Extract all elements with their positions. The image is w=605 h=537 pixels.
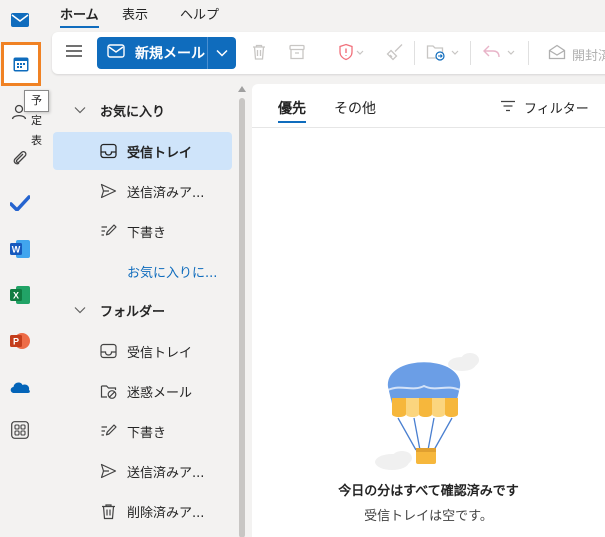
filter-label: フィルター: [524, 102, 589, 117]
archive-icon: [288, 43, 306, 65]
onedrive-app-button[interactable]: [4, 371, 36, 403]
folder-move-icon: [426, 43, 460, 65]
folder-junk[interactable]: 迷惑メール: [53, 372, 232, 410]
folder-pane-scrollbar[interactable]: [238, 86, 246, 537]
ribbon-separator: [414, 41, 415, 65]
move-to-button[interactable]: [426, 43, 460, 65]
new-mail-dropdown-button[interactable]: [207, 37, 236, 69]
archive-button[interactable]: [288, 43, 306, 65]
todo-app-button[interactable]: [4, 187, 36, 219]
envelope-icon: [107, 44, 125, 62]
favorites-header[interactable]: お気に入り: [74, 100, 165, 120]
scroll-thumb[interactable]: [239, 98, 245, 537]
favorite-inbox[interactable]: 受信トレイ: [53, 132, 232, 170]
favorite-drafts[interactable]: 下書き: [53, 212, 232, 250]
tab-home[interactable]: ホーム: [60, 4, 99, 28]
draft-icon: [100, 423, 117, 443]
folder-label: 受信トレイ: [127, 145, 193, 161]
folder-inbox[interactable]: 受信トレイ: [53, 332, 232, 370]
powerpoint-app-button[interactable]: P: [4, 325, 36, 357]
paperclip-icon: [12, 149, 28, 167]
report-button[interactable]: [338, 43, 364, 65]
new-mail-button[interactable]: 新規メール: [97, 37, 207, 69]
word-app-button[interactable]: W: [4, 233, 36, 265]
message-list-header: 優先 その他 フィルター: [252, 84, 605, 128]
folder-label: 下書き: [127, 225, 167, 241]
sweep-button[interactable]: [386, 43, 404, 65]
tab-help[interactable]: ヘルプ: [180, 4, 219, 26]
app-rail: 予定表 W X P: [0, 0, 49, 537]
add-favorite-link[interactable]: お気に入りに...: [127, 262, 217, 281]
shield-icon: [338, 43, 364, 65]
powerpoint-icon: P: [10, 332, 30, 350]
folder-label: 下書き: [127, 425, 167, 441]
folder-label: 送信済みア...: [127, 185, 205, 201]
folder-label: 受信トレイ: [127, 345, 193, 361]
folder-sent[interactable]: 送信済みア...: [53, 452, 232, 490]
collapse-pane-button[interactable]: [65, 43, 83, 63]
todo-check-icon: [10, 195, 30, 211]
tab-view[interactable]: 表示: [122, 4, 148, 26]
svg-text:X: X: [13, 291, 19, 301]
mail-app-button[interactable]: [4, 4, 36, 36]
apps-grid-icon: [11, 421, 29, 439]
chevron-down-icon: [74, 303, 86, 318]
onedrive-icon: [9, 380, 31, 394]
hamburger-icon: [65, 45, 83, 63]
broom-icon: [386, 43, 404, 65]
inbox-icon: [100, 143, 117, 163]
reply-icon: [482, 43, 516, 65]
junk-icon: [100, 383, 117, 403]
calendar-tooltip: 予定表: [24, 90, 49, 147]
favorite-sent[interactable]: 送信済みア...: [53, 172, 232, 210]
new-mail-group: 新規メール: [97, 37, 236, 69]
more-apps-button[interactable]: [4, 414, 36, 446]
trash-icon: [250, 43, 268, 65]
menu-bar: ホーム 表示 ヘルプ: [40, 0, 605, 28]
word-icon: W: [10, 240, 30, 258]
sent-icon: [100, 183, 117, 203]
chevron-down-icon: [216, 46, 228, 61]
svg-text:W: W: [12, 245, 21, 255]
folder-label: 迷惑メール: [127, 385, 193, 401]
folder-label: 送信済みア...: [127, 465, 205, 481]
open-envelope-icon: [548, 44, 566, 64]
ribbon-separator: [528, 41, 529, 65]
calendar-app-button[interactable]: [1, 42, 41, 86]
tab-other[interactable]: その他: [334, 98, 376, 118]
filter-icon: [500, 100, 516, 116]
tab-focused[interactable]: 優先: [278, 98, 306, 123]
ribbon-toolbar: 新規メール 開封済: [52, 32, 605, 74]
folder-drafts[interactable]: 下書き: [53, 412, 232, 450]
calendar-icon: [13, 56, 29, 72]
ribbon-separator: [470, 41, 471, 65]
message-list-pane: 優先 その他 フィルター 今日の分はすべて確認済みです 受信トレイは空です。: [252, 84, 605, 537]
folder-pane: お気に入り 受信トレイ 送信済みア... 下書き お気に入りに... フォルダー…: [40, 82, 245, 537]
folders-header[interactable]: フォルダー: [74, 300, 165, 320]
folder-label: 削除済みア...: [127, 505, 205, 521]
trash-icon: [100, 503, 117, 524]
excel-app-button[interactable]: X: [4, 279, 36, 311]
excel-icon: X: [10, 286, 30, 304]
reply-button[interactable]: [482, 43, 516, 65]
scroll-up-arrow[interactable]: [238, 86, 246, 92]
folder-deleted[interactable]: 削除済みア...: [53, 492, 232, 530]
delete-button[interactable]: [250, 43, 268, 65]
mark-read-label: 開封済: [572, 48, 605, 64]
mail-icon: [11, 13, 29, 27]
empty-state-title: 今日の分はすべて確認済みです: [338, 484, 519, 499]
mark-read-button[interactable]: 開封済: [542, 44, 605, 64]
svg-text:P: P: [13, 337, 19, 347]
folders-header-label: フォルダー: [100, 304, 166, 320]
filter-button[interactable]: フィルター: [500, 98, 589, 117]
new-mail-label: 新規メール: [135, 46, 205, 62]
sent-icon: [100, 463, 117, 483]
empty-inbox-illustration: [362, 342, 492, 474]
chevron-down-icon: [74, 103, 86, 118]
inbox-icon: [100, 343, 117, 363]
draft-icon: [100, 223, 117, 243]
empty-state-subtitle: 受信トレイは空です。: [364, 509, 493, 524]
favorites-header-label: お気に入り: [100, 104, 166, 120]
